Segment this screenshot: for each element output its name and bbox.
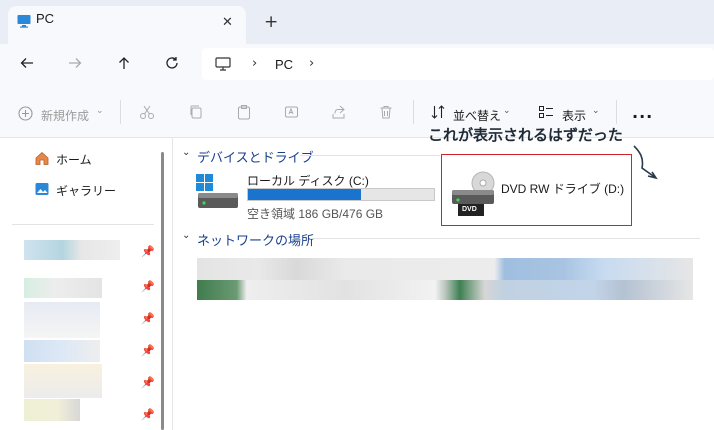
annotation-highlight-box — [441, 154, 632, 226]
back-arrow-icon[interactable] — [19, 55, 35, 74]
collapse-chevron-icon[interactable]: ⌄ — [182, 230, 190, 241]
devices-heading[interactable]: デバイスとドライブ — [197, 147, 314, 166]
blurred-pinned-item[interactable] — [24, 278, 102, 298]
cut-icon[interactable] — [139, 104, 155, 123]
new-tab-button[interactable]: + — [264, 12, 278, 32]
paste-icon[interactable] — [236, 104, 252, 123]
rename-icon[interactable] — [284, 104, 300, 123]
sort-button[interactable]: 並べ替え — [453, 107, 501, 124]
pin-icon[interactable]: 📌 — [141, 408, 155, 421]
annotation-arrow-icon — [628, 142, 658, 185]
pin-icon[interactable]: 📌 — [141, 344, 155, 357]
blurred-pinned-item[interactable] — [24, 240, 120, 260]
pin-icon[interactable]: 📌 — [141, 376, 155, 389]
sidebar-item-gallery[interactable]: ギャラリー — [56, 182, 116, 199]
view-button[interactable]: 表示 — [562, 107, 586, 124]
chevron-down-icon: ⌄ — [96, 106, 104, 116]
breadcrumb-chevron-icon[interactable]: › — [252, 56, 257, 71]
sidebar-item-home[interactable]: ホーム — [56, 151, 92, 168]
pin-icon[interactable]: 📌 — [141, 245, 155, 258]
blurred-pinned-item[interactable] — [24, 302, 100, 338]
network-heading[interactable]: ネットワークの場所 — [197, 230, 314, 249]
chevron-down-icon: ⌄ — [503, 106, 511, 116]
local-disk-name[interactable]: ローカル ディスク (C:) — [247, 172, 369, 189]
chevron-down-icon: ⌄ — [592, 106, 600, 116]
share-icon[interactable] — [331, 104, 347, 123]
delete-icon[interactable] — [378, 104, 394, 123]
section-divider — [310, 238, 700, 239]
local-disk-usage-text: 空き領域 186 GB/476 GB — [247, 207, 384, 221]
new-icon — [18, 106, 33, 124]
tab-title: PC — [36, 11, 55, 26]
toolbar-divider — [616, 100, 617, 124]
blurred-network-item[interactable] — [197, 280, 693, 300]
toolbar-divider — [413, 100, 414, 124]
breadcrumb-pc[interactable]: PC — [275, 57, 293, 72]
pin-icon[interactable]: 📌 — [141, 312, 155, 325]
local-disk-icon[interactable] — [196, 174, 240, 213]
pin-icon[interactable]: 📌 — [141, 280, 155, 293]
sidebar-divider — [12, 224, 154, 225]
view-icon — [538, 104, 554, 123]
section-divider — [300, 155, 440, 156]
blurred-network-item[interactable] — [197, 258, 693, 280]
pc-monitor-icon — [17, 14, 31, 31]
computer-icon — [215, 56, 231, 75]
up-arrow-icon[interactable] — [116, 55, 132, 74]
pane-divider[interactable] — [172, 138, 173, 430]
home-icon — [34, 150, 50, 169]
local-disk-usage-fill — [248, 189, 362, 200]
blurred-pinned-item[interactable] — [24, 399, 80, 421]
more-options-button[interactable]: ... — [632, 103, 653, 122]
local-disk-usage-bar — [247, 188, 435, 201]
sort-icon — [430, 104, 446, 123]
annotation-text: これが表示されるはずだった — [428, 126, 623, 144]
blurred-pinned-item[interactable] — [24, 364, 102, 398]
sidebar-scrollbar[interactable] — [161, 152, 164, 430]
blurred-pinned-item[interactable] — [24, 340, 100, 362]
copy-icon[interactable] — [188, 104, 204, 123]
forward-arrow-icon[interactable] — [67, 55, 83, 74]
refresh-icon[interactable] — [164, 55, 180, 74]
breadcrumb-chevron-icon[interactable]: › — [309, 56, 314, 71]
gallery-icon — [34, 181, 50, 200]
new-button[interactable]: 新規作成 — [41, 107, 89, 124]
collapse-chevron-icon[interactable]: ⌄ — [182, 147, 190, 158]
close-icon[interactable]: ✕ — [222, 15, 233, 30]
toolbar-divider — [120, 100, 121, 124]
